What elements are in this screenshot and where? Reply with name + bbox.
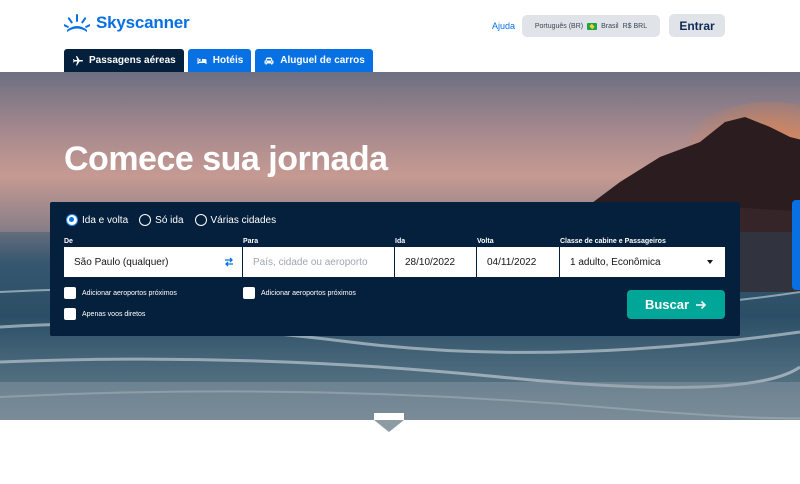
radio-round-trip-label: Ida e volta: [82, 214, 129, 226]
trip-type-options: Ida e volta Só ida Várias cidades: [66, 214, 276, 226]
hero-title: Comece sua jornada: [64, 140, 388, 178]
return-date-field[interactable]: 04/11/2022: [477, 247, 559, 277]
radio-multi-city-label: Várias cidades: [210, 214, 277, 226]
locale-country: Brasil: [601, 22, 619, 30]
radio-round-trip[interactable]: Ida e volta: [66, 214, 128, 226]
radio-one-way-label: Só ida: [155, 214, 184, 226]
tab-car-rental-label: Aluguel de carros: [280, 55, 365, 66]
depart-label: Ida: [395, 238, 406, 245]
hero-notch: [374, 413, 404, 432]
logo-text: Skyscanner: [96, 13, 190, 32]
locale-language: Português (BR): [534, 22, 584, 30]
help-link[interactable]: Ajuda: [492, 21, 515, 31]
cabin-label: Classe de cabine e Passageiros: [560, 238, 666, 245]
tab-hotels[interactable]: Hotéis: [187, 49, 252, 72]
cabin-passengers-value: 1 adulto, Econômica: [570, 256, 661, 268]
header: Skyscanner Ajuda Português (BR) Brasil R…: [0, 0, 800, 72]
car-icon: [264, 57, 274, 64]
tab-hotels-label: Hotéis: [212, 55, 244, 66]
tab-car-rental[interactable]: Aluguel de carros: [255, 49, 373, 72]
nearby-destination-checkbox-box[interactable]: [243, 287, 255, 299]
search-button-label: Buscar: [644, 297, 690, 312]
to-field[interactable]: País, cidade ou aeroporto: [243, 247, 394, 277]
nearby-origin-label: Adicionar aeroportos próximos: [82, 289, 177, 297]
return-label: Volta: [477, 238, 494, 245]
plane-icon: [73, 55, 83, 65]
tab-flights-label: Passagens aéreas: [89, 55, 176, 66]
locale-currency: R$ BRL: [622, 22, 648, 30]
return-date-value: 04/11/2022: [487, 256, 537, 268]
radio-one-way-dot[interactable]: [139, 214, 152, 226]
nearby-destination-checkbox[interactable]: Adicionar aeroportos próximos: [243, 287, 356, 299]
bed-icon: [197, 57, 207, 64]
radio-multi-city[interactable]: Várias cidades: [194, 214, 277, 226]
swap-arrows-icon[interactable]: [223, 256, 235, 268]
to-placeholder: País, cidade ou aeroporto: [253, 256, 368, 268]
search-button[interactable]: Buscar: [627, 290, 725, 319]
depart-date-field[interactable]: 28/10/2022: [395, 247, 476, 277]
login-button[interactable]: Entrar: [669, 14, 725, 37]
direct-flights-checkbox-box[interactable]: [64, 308, 76, 320]
feedback-side-tab[interactable]: [792, 200, 800, 290]
logo[interactable]: Skyscanner: [64, 13, 190, 33]
radio-one-way[interactable]: Só ida: [139, 214, 184, 226]
brazil-flag-icon: [587, 22, 598, 30]
to-label: Para: [243, 238, 259, 245]
depart-date-value: 28/10/2022: [405, 256, 456, 268]
page: Skyscanner Ajuda Português (BR) Brasil R…: [0, 0, 800, 484]
direct-flights-label: Apenas voos diretos: [82, 310, 146, 318]
from-value: São Paulo (qualquer): [74, 256, 169, 268]
flight-search-panel: Ida e volta Só ida Várias cidades De Par…: [50, 202, 740, 336]
from-label: De: [64, 238, 73, 245]
nearby-destination-label: Adicionar aeroportos próximos: [261, 289, 356, 297]
nearby-origin-checkbox-box[interactable]: [64, 287, 76, 299]
locale-button[interactable]: Português (BR) Brasil R$ BRL: [522, 15, 660, 37]
product-tabs: Passagens aéreas Hotéis Aluguel de carro…: [64, 49, 373, 72]
sun-logo-icon: [64, 14, 90, 32]
tab-flights[interactable]: Passagens aéreas: [64, 49, 184, 72]
radio-multi-city-dot[interactable]: [194, 214, 207, 226]
direct-flights-checkbox[interactable]: Apenas voos diretos: [64, 308, 145, 320]
arrow-right-icon: [696, 300, 707, 309]
nearby-origin-checkbox[interactable]: Adicionar aeroportos próximos: [64, 287, 177, 299]
radio-round-trip-dot[interactable]: [66, 214, 78, 226]
chevron-down-icon: [707, 260, 713, 264]
from-field[interactable]: São Paulo (qualquer): [64, 247, 242, 277]
cabin-passengers-select[interactable]: 1 adulto, Econômica: [560, 247, 725, 277]
